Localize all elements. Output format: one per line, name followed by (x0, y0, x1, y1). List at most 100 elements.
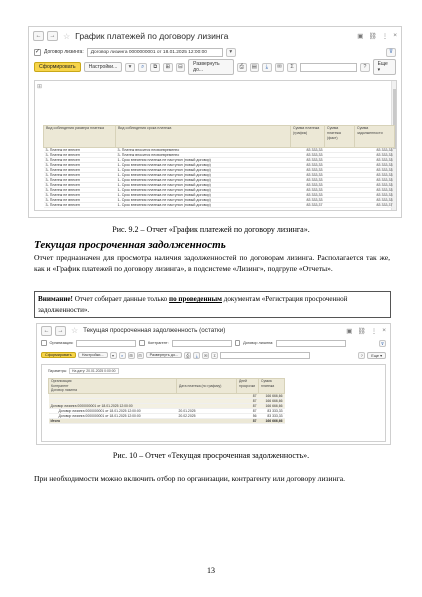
table-cell: 3- Платеж не внесен (43, 202, 116, 208)
table-cell: 87 (236, 418, 259, 424)
back-button[interactable]: ← (33, 31, 44, 41)
organization-field[interactable] (76, 339, 137, 347)
help-icon[interactable]: ? (358, 351, 366, 359)
variant-icon[interactable]: ▾ (125, 62, 135, 72)
counterparty-label: Контрагент: (147, 341, 169, 345)
save-icon[interactable]: ▣ (346, 327, 352, 335)
report-screenshot-overdue-debt: ← → ☆ Текущая просроченная задолженность… (36, 323, 391, 445)
favorite-star-icon[interactable]: ☆ (71, 326, 78, 335)
help-icon[interactable]: ? (360, 62, 370, 72)
organization-label: Организация: (49, 341, 74, 345)
link-icon[interactable]: ⛓ (357, 327, 365, 335)
table-cell: 1- Срок внесения платежа не наступил (но… (115, 202, 291, 208)
report-area: ⊞ Вид соблюдения размера платежа Вид соб… (34, 80, 397, 211)
mail-icon[interactable]: ✉ (274, 62, 285, 72)
param-label: Параметры: (48, 369, 68, 373)
report-area: Параметры: На дату: 20.01.2025 0:00:00 О… (41, 364, 386, 442)
generate-button[interactable]: Сформировать (34, 62, 81, 72)
table-cell (176, 418, 237, 424)
col-header-days: Дней просрочки (236, 378, 259, 394)
note-text-a: Отчет собирает данные только (72, 295, 170, 303)
col-header-grouping: Организация Контрагент Договор лизинга (48, 378, 177, 394)
report-toolbar: Сформировать Настройки... ▾ ⌕ ⧉ ⊞ ⊟ Разв… (29, 59, 401, 75)
col-header: Сумма задолженности (354, 125, 395, 148)
search-icon[interactable]: ⌕ (118, 351, 126, 359)
param-value: На дату: 20.01.2025 0:00:00 (69, 368, 119, 374)
paragraph-description: Отчет предназначен для просмотра наличия… (34, 253, 390, 273)
window-title: График платежей по договору лизинга (75, 31, 229, 41)
figure-caption-1: Рис. 9.2 – Отчет «График платежей по дог… (112, 225, 310, 234)
page-number: 13 (207, 566, 215, 575)
settings-button[interactable]: Настройки... (83, 62, 123, 72)
filter-funnel-icon[interactable]: ⊽ (386, 47, 396, 57)
table-row: Итого 87 166 666,66 (48, 418, 285, 424)
counterparty-field[interactable] (171, 339, 232, 347)
report-parameters: Параметры: На дату: 20.01.2025 0:00:00 (48, 368, 119, 374)
expand-to-button[interactable]: Развернуть до... (145, 352, 183, 358)
close-icon[interactable]: × (393, 32, 397, 40)
filter-funnel-icon[interactable]: ⊽ (379, 339, 386, 347)
window-controls: ▣ ⛓ ⋮ × (346, 327, 386, 335)
expand-icon[interactable]: ⊞ (163, 62, 173, 72)
preview-icon[interactable]: ▤ (249, 62, 260, 72)
save-icon[interactable]: ▣ (357, 32, 363, 40)
expand-to-button[interactable]: Развернуть до... (188, 59, 234, 75)
counterparty-checkbox[interactable] (139, 340, 145, 346)
copy-icon[interactable]: ⧉ (150, 62, 160, 72)
sum-icon[interactable]: Σ (287, 62, 297, 72)
table-cell: 166 666,66 (258, 418, 285, 424)
expand-icon[interactable]: ⊞ (127, 351, 135, 359)
col-header: Сумма платежа (график) (290, 125, 325, 148)
table-cell: 83 333,37 (354, 202, 395, 208)
search-icon[interactable]: ⌕ (137, 62, 148, 72)
generate-button[interactable]: Сформировать (41, 352, 76, 358)
more-button[interactable]: Еще ▾ (372, 59, 396, 75)
grid-corner-icon: ⊞ (37, 84, 43, 90)
sum-field[interactable] (299, 62, 358, 72)
settings-button[interactable]: Настройки... (77, 352, 108, 358)
table-row: 3- Платеж не внесен 1- Срок внесения плат… (43, 202, 395, 208)
filter-row: Организация: Контрагент: Договор лизинга… (37, 337, 390, 349)
contract-field[interactable] (276, 339, 347, 347)
attention-note: Внимание! Отчет собирает данные только п… (34, 291, 391, 318)
contract-field[interactable]: Договор лизинга 0000000001 от 18.01.2025… (86, 47, 223, 57)
back-button[interactable]: ← (41, 325, 52, 336)
variant-icon[interactable]: ▾ (109, 351, 117, 359)
contract-checkbox[interactable] (234, 340, 241, 346)
window-title-bar: ← → ☆ Текущая просроченная задолженность… (37, 324, 390, 337)
note-bold: Внимание! (38, 295, 73, 303)
collapse-icon[interactable]: ⊟ (136, 351, 144, 359)
sum-icon[interactable]: Σ (211, 351, 219, 359)
col-header-date: Дата платежа (по графику) (176, 378, 237, 394)
col-header-sum: Сумма платежа (258, 378, 285, 394)
more-button[interactable]: Еще ▾ (367, 351, 386, 359)
report-toolbar: Сформировать Настройки... ▾ ⌕ ⊞ ⊟ Развер… (37, 349, 390, 361)
overdue-debt-table: Организация Контрагент Договор лизинга Дат… (48, 378, 285, 424)
window-controls: ▣ ⛓ ⋮ × (357, 32, 397, 40)
forward-button[interactable]: → (47, 31, 58, 41)
filter-checkbox[interactable]: ✓ (34, 48, 41, 56)
download-icon[interactable]: ⤓ (262, 62, 272, 72)
organization-checkbox[interactable] (41, 340, 47, 346)
report-screenshot-payment-schedule: ← → ☆ График платежей по договору лизинг… (28, 26, 402, 218)
payment-schedule-table: Вид соблюдения размера платежа Вид соблю… (43, 125, 395, 208)
download-icon[interactable]: ⤓ (193, 351, 201, 359)
forward-button[interactable]: → (55, 325, 66, 336)
window-title-bar: ← → ☆ График платежей по договору лизинг… (29, 27, 401, 45)
paragraph-filter-note: При необходимости можно включить отбор п… (34, 474, 346, 483)
sum-field[interactable] (220, 351, 311, 359)
col-header: Вид соблюдения срока платежа (115, 125, 291, 148)
more-vert-icon[interactable]: ⋮ (382, 32, 389, 40)
dropdown-icon[interactable]: ▾ (225, 47, 236, 57)
col-header: Вид соблюдения размера платежа (43, 125, 116, 148)
figure-caption-2: Рис. 10 – Отчет «Текущая просроченная за… (112, 451, 310, 460)
link-icon[interactable]: ⛓ (368, 32, 376, 40)
table-cell: 83 333,37 (290, 202, 325, 208)
mail-icon[interactable]: ✉ (202, 351, 210, 359)
close-icon[interactable]: × (382, 327, 386, 335)
print-icon[interactable]: ⎙ (236, 62, 247, 72)
more-vert-icon[interactable]: ⋮ (371, 327, 378, 335)
collapse-icon[interactable]: ⊟ (175, 62, 186, 72)
print-icon[interactable]: ⎙ (184, 351, 192, 359)
favorite-star-icon[interactable]: ☆ (63, 32, 70, 41)
